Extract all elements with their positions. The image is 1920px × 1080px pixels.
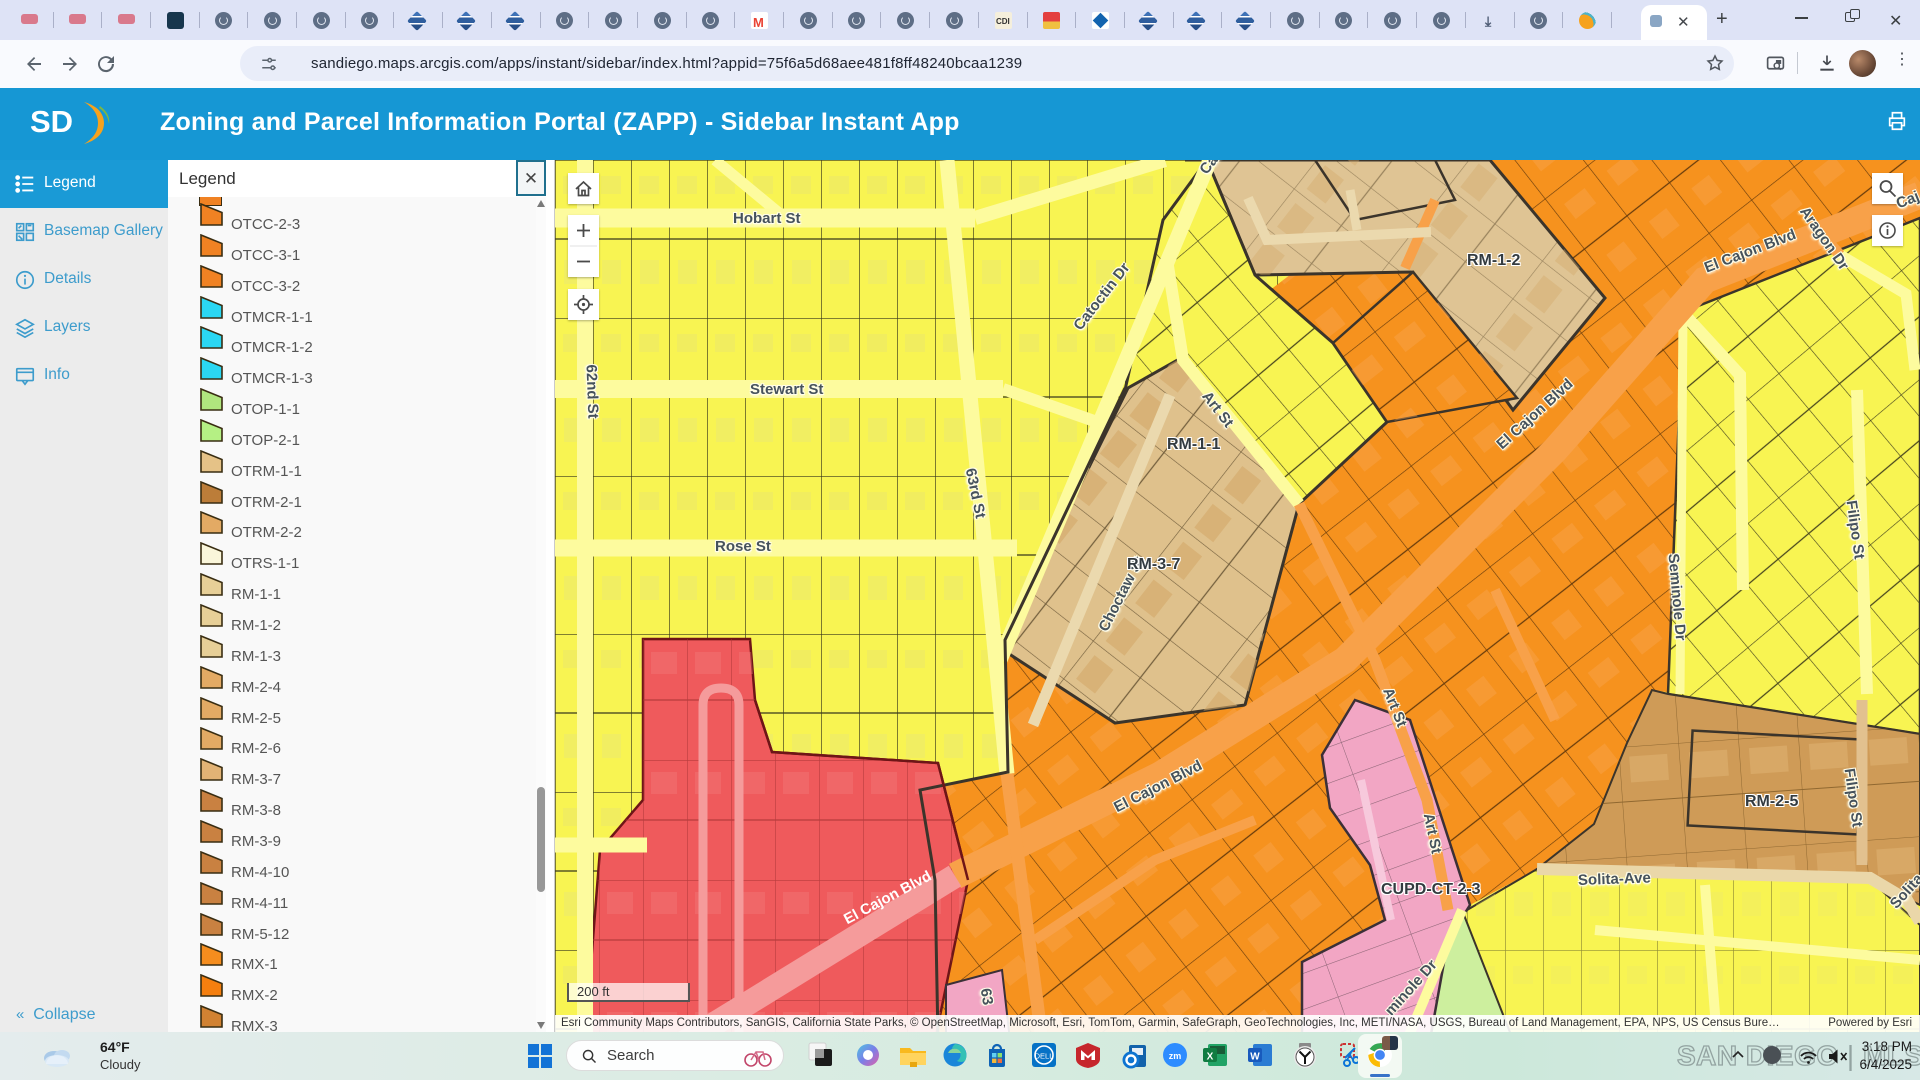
svg-text:W: W (1250, 1052, 1260, 1063)
svg-text:DELL: DELL (1035, 1052, 1054, 1061)
svg-text:X: X (1207, 1052, 1214, 1063)
svg-text:zm: zm (1169, 1051, 1182, 1061)
